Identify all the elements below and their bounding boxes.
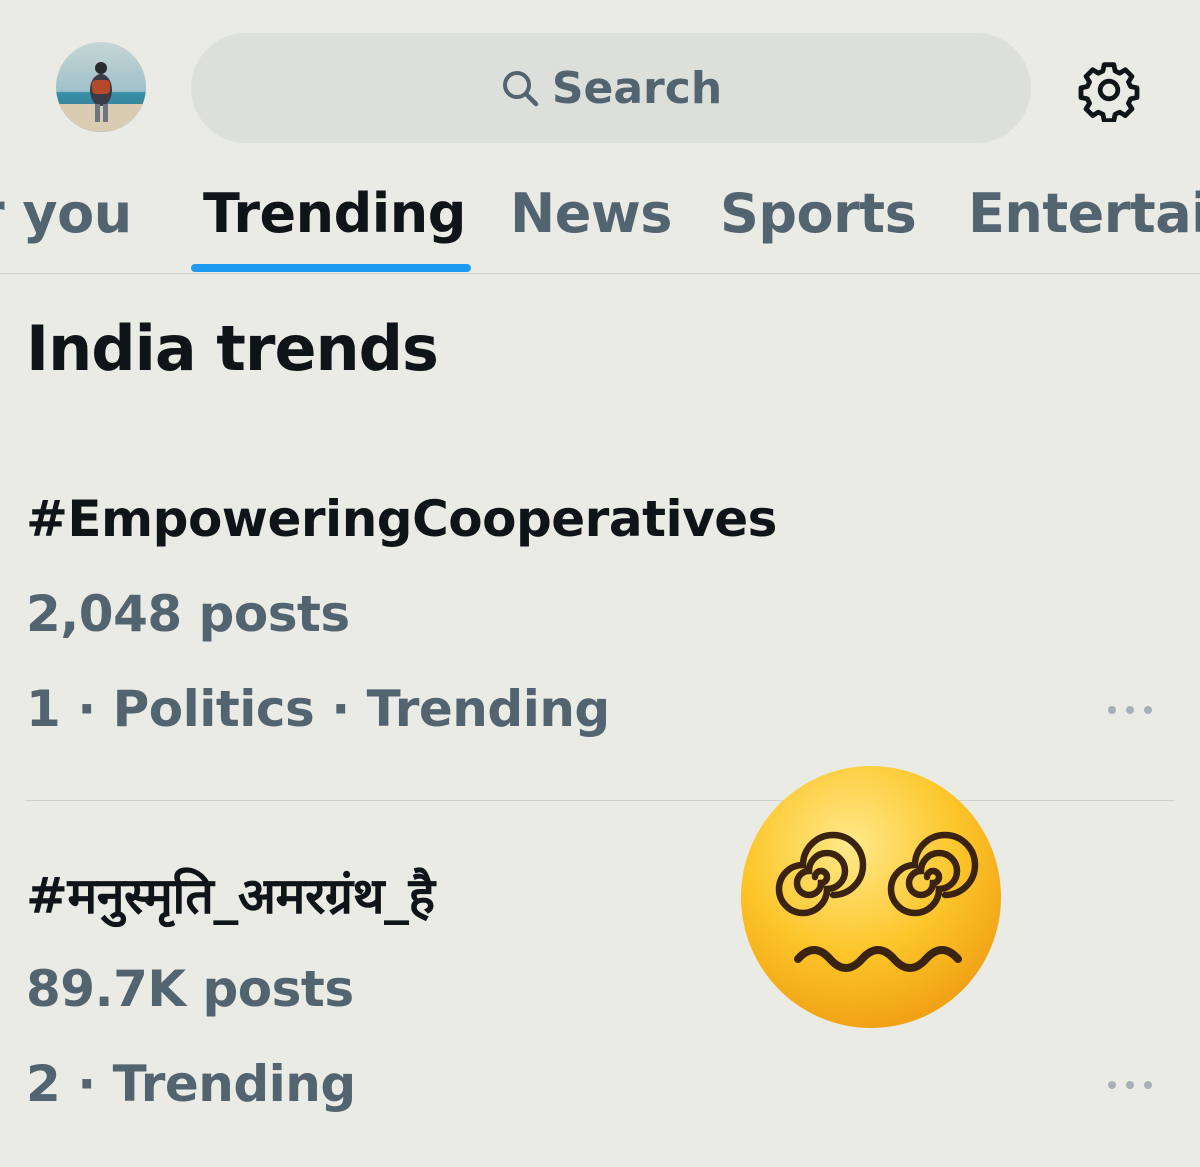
section-title: India trends <box>26 312 439 385</box>
tab-entertainment[interactable]: Entertai <box>968 182 1200 245</box>
tab-trending[interactable]: Trending <box>203 182 466 245</box>
active-tab-indicator <box>191 264 471 272</box>
tab-bar: r you Trending News Sports Entertai <box>0 160 1200 274</box>
more-dot-icon <box>1144 1081 1152 1089</box>
tab-for-you[interactable]: r you <box>0 182 132 245</box>
avatar-image <box>56 42 146 132</box>
trend-post-count: 2,048 posts <box>26 585 350 643</box>
more-dot-icon <box>1108 706 1116 714</box>
gear-icon <box>1078 62 1140 124</box>
more-dot-icon <box>1108 1081 1116 1089</box>
trend-name: #EmpoweringCooperatives <box>26 490 777 548</box>
trend-item[interactable]: #मनुस्मृति_अमरग्रंथ_है 89.7K posts 2 · T… <box>0 855 1200 1155</box>
search-bar[interactable]: Search <box>191 33 1031 143</box>
more-options-button[interactable] <box>1108 1075 1152 1095</box>
trend-meta: 1 · Politics · Trending <box>26 680 610 738</box>
more-options-button[interactable] <box>1108 700 1152 720</box>
trend-name: #मनुस्मृति_अमरग्रंथ_है <box>26 867 435 925</box>
trend-divider <box>25 800 1175 801</box>
more-dot-icon <box>1126 1081 1134 1089</box>
trend-item[interactable]: #EmpoweringCooperatives 2,048 posts 1 · … <box>0 480 1200 780</box>
profile-avatar[interactable] <box>56 42 146 132</box>
more-dot-icon <box>1126 706 1134 714</box>
face-with-spiral-eyes-emoji <box>741 766 1001 1028</box>
search-icon <box>502 71 539 107</box>
search-placeholder: Search <box>551 62 723 114</box>
more-dot-icon <box>1144 706 1152 714</box>
trend-meta: 2 · Trending <box>26 1055 356 1113</box>
trend-post-count: 89.7K posts <box>26 960 354 1018</box>
settings-button[interactable] <box>1077 58 1141 124</box>
tab-news[interactable]: News <box>510 182 672 245</box>
tab-sports[interactable]: Sports <box>720 182 917 245</box>
